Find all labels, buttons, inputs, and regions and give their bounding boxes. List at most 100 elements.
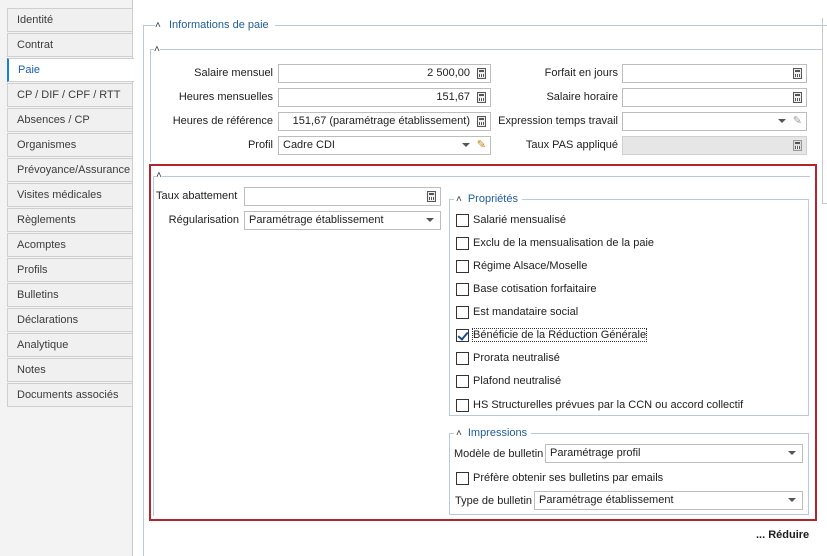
checkbox-regime-alsace-moselle[interactable]: Régime Alsace/Moselle (456, 258, 587, 274)
checkbox-label: Exclu de la mensualisation de la paie (473, 237, 655, 249)
checkbox-prorata-neutralise[interactable]: Prorata neutralisé (456, 350, 560, 366)
heures-mensuelles-value: 151,67 (436, 91, 470, 103)
checkbox-base-cotisation-forfaitaire[interactable]: Base cotisation forfaitaire (456, 281, 597, 297)
sidebar-item-prevoyance[interactable]: Prévoyance/Assurance (7, 158, 133, 182)
heures-mensuelles-field[interactable]: 151,67 (278, 88, 491, 107)
salaire-horaire-label: Salaire horaire (546, 91, 618, 103)
checkbox[interactable] (456, 374, 469, 388)
impressions-header[interactable]: ˄ Impressions (454, 426, 532, 440)
calculator-icon[interactable] (427, 191, 436, 202)
type-bulletin-value: Paramétrage établissement (539, 494, 674, 506)
collapse-chevron-icon[interactable]: ˄ (456, 194, 462, 205)
taux-abattement-label: Taux abattement (156, 190, 238, 202)
salaire-mensuel-label: Salaire mensuel (194, 67, 273, 79)
regularisation-select[interactable]: Paramétrage établissement (244, 211, 441, 230)
calculator-icon[interactable] (793, 92, 802, 103)
salaire-mensuel-value: 2 500,00 (427, 67, 470, 79)
regularisation-value: Paramétrage établissement (249, 214, 384, 226)
reduire-link[interactable]: ... Réduire (756, 529, 809, 541)
sidebar-item-visites-medicales[interactable]: Visites médicales (7, 183, 133, 207)
checkbox[interactable] (456, 282, 469, 296)
checkbox[interactable] (456, 351, 469, 365)
calculator-icon[interactable] (477, 92, 486, 103)
taux-abattement-field[interactable] (244, 187, 441, 206)
chevron-down-icon[interactable] (426, 218, 434, 222)
sidebar-item-acomptes[interactable]: Acomptes (7, 233, 133, 257)
checkbox[interactable] (456, 259, 469, 273)
chevron-down-icon[interactable] (778, 119, 786, 123)
section-header[interactable]: ˄ Informations de paie (155, 17, 275, 33)
checkbox[interactable] (456, 305, 469, 319)
calculator-icon[interactable] (477, 68, 486, 79)
checkbox-salarie-mensualise[interactable]: Salarié mensualisé (456, 212, 566, 228)
sidebar-item-paie[interactable]: Paie (7, 58, 134, 82)
modele-bulletin-value: Paramétrage profil (550, 447, 641, 459)
sidebar-item-identite[interactable]: Identité (7, 8, 133, 32)
sidebar: Identité Contrat Paie CP / DIF / CPF / R… (0, 0, 134, 556)
checkbox-exclu-mensualisation[interactable]: Exclu de la mensualisation de la paie (456, 235, 654, 251)
type-bulletin-label: Type de bulletin (455, 495, 533, 507)
calculator-icon (793, 140, 802, 151)
sidebar-item-reglements[interactable]: Règlements (7, 208, 133, 232)
sidebar-item-analytique[interactable]: Analytique (7, 333, 133, 357)
salary-section-chevron-icon[interactable]: ˄ (154, 44, 160, 55)
heures-reference-field[interactable]: 151,67 (paramétrage établissement) (278, 112, 491, 131)
sidebar-item-contrat[interactable]: Contrat (7, 33, 133, 57)
checkbox[interactable] (456, 236, 469, 250)
sidebar-item-absences[interactable]: Absences / CP (7, 108, 133, 132)
heures-mensuelles-label: Heures mensuelles (178, 91, 273, 103)
edit-pencil-icon[interactable]: ✎ (477, 139, 486, 152)
checkbox-bulletins-emails[interactable]: Préfère obtenir ses bulletins par emails (456, 470, 663, 486)
checkbox-reduction-generale[interactable]: Bénéficie de la Réduction Générale (456, 327, 648, 343)
taux-pas-field (622, 136, 807, 155)
profil-select[interactable]: Cadre CDI ✎ (278, 136, 491, 155)
checkbox-label: Base cotisation forfaitaire (473, 283, 597, 295)
salaire-mensuel-field[interactable]: 2 500,00 (278, 64, 491, 83)
checkbox-label: Salarié mensualisé (473, 214, 566, 226)
checkbox-mandataire-social[interactable]: Est mandataire social (456, 304, 578, 320)
sidebar-item-cp-dif-cpf-rtt[interactable]: CP / DIF / CPF / RTT (7, 83, 133, 107)
forfait-jours-field[interactable] (622, 64, 807, 83)
checkbox-checked[interactable] (456, 328, 469, 342)
scroll-edge (822, 18, 827, 204)
type-bulletin-select[interactable]: Paramétrage établissement (534, 491, 803, 510)
calculator-icon[interactable] (477, 116, 486, 127)
chevron-down-icon[interactable] (788, 451, 796, 455)
proprietes-header[interactable]: ˄ Propriétés (454, 192, 522, 206)
chevron-down-icon[interactable] (462, 143, 470, 147)
taux-pas-label: Taux PAS appliqué (525, 139, 618, 151)
chevron-down-icon[interactable] (788, 498, 796, 502)
modele-bulletin-label: Modèle de bulletin (454, 448, 544, 460)
calculator-icon[interactable] (793, 68, 802, 79)
checkbox[interactable] (456, 471, 469, 485)
sidebar-item-organismes[interactable]: Organismes (7, 133, 133, 157)
checkbox-label: Prorata neutralisé (473, 352, 560, 364)
collapse-chevron-icon[interactable]: ˄ (155, 20, 169, 31)
sidebar-item-notes[interactable]: Notes (7, 358, 133, 382)
collapse-chevron-icon[interactable]: ˄ (456, 428, 462, 439)
checkbox-label: Plafond neutralisé (473, 375, 562, 387)
checkbox-label: Préfère obtenir ses bulletins par emails (473, 472, 664, 484)
details-section-chevron-icon[interactable]: ˄ (156, 170, 162, 181)
salaire-horaire-field[interactable] (622, 88, 807, 107)
checkbox-label: Est mandataire social (473, 306, 579, 318)
checkbox-plafond-neutralise[interactable]: Plafond neutralisé (456, 373, 561, 389)
regularisation-label: Régularisation (168, 214, 239, 226)
section-title: Informations de paie (169, 19, 269, 31)
sidebar-item-declarations[interactable]: Déclarations (7, 308, 133, 332)
forfait-jours-label: Forfait en jours (544, 67, 618, 79)
edit-pencil-icon[interactable]: ✎ (793, 115, 802, 128)
proprietes-title: Propriétés (467, 193, 518, 205)
checkbox-label: Régime Alsace/Moselle (473, 260, 588, 272)
modele-bulletin-select[interactable]: Paramétrage profil (545, 444, 803, 463)
checkbox-hs-structurelles[interactable]: HS Structurelles prévues par la CCN ou a… (456, 397, 743, 413)
sidebar-item-profils[interactable]: Profils (7, 258, 133, 282)
heures-reference-value: 151,67 (paramétrage établissement) (292, 115, 470, 127)
checkbox[interactable] (456, 213, 469, 227)
checkbox-label: HS Structurelles prévues par la CCN ou a… (473, 399, 744, 411)
sidebar-item-bulletins[interactable]: Bulletins (7, 283, 133, 307)
sidebar-item-documents-associes[interactable]: Documents associés (7, 383, 133, 407)
checkbox[interactable] (456, 398, 469, 412)
heures-reference-label: Heures de référence (172, 115, 273, 127)
expression-temps-select[interactable]: ✎ (622, 112, 807, 131)
